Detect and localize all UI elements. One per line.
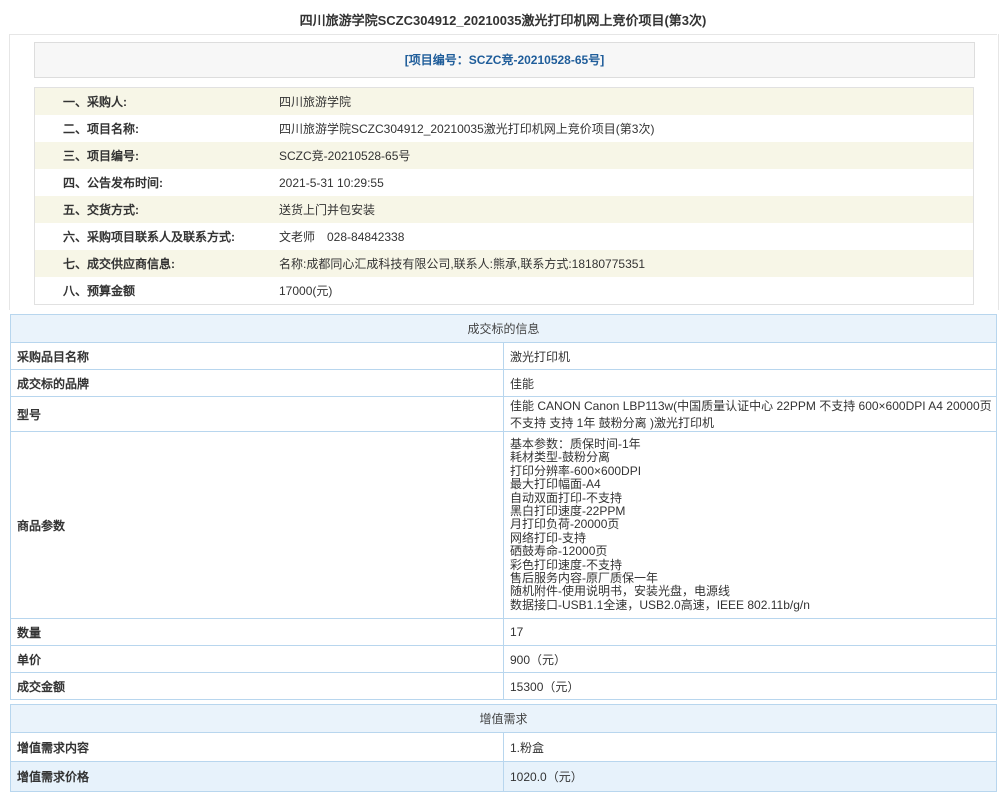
model-value: 佳能 CANON Canon LBP113w(中国质量认证中心 22PPM 不支… (503, 396, 997, 432)
value-added-price-label: 增值需求价格 (10, 761, 504, 792)
table-row: 型号 佳能 CANON Canon LBP113w(中国质量认证中心 22PPM… (10, 396, 997, 432)
param-line: 月打印负荷-20000页 (510, 517, 620, 532)
project-number-banner: [项目编号：SCZC竞-20210528-65号] (34, 42, 975, 78)
table-row: 商品参数 基本参数：质保时间-1年 耗材类型-鼓粉分离 打印分辨率-600×60… (10, 430, 997, 620)
table-row: 成交标的品牌 佳能 (10, 369, 997, 397)
info-row: 六、采购项目联系人及联系方式: 文老师 028-84842338 (34, 223, 974, 250)
announcement-info-table: 一、采购人: 四川旅游学院 二、项目名称: 四川旅游学院SCZC304912_2… (34, 87, 974, 305)
param-line: 数据接口-USB1.1全速，USB2.0高速，IEEE 802.11b/g/n (510, 597, 810, 612)
info-value: 2021-5-31 10:29:55 (279, 175, 384, 190)
info-row: 五、交货方式: 送货上门并包安装 (34, 196, 974, 223)
info-row: 三、项目编号: SCZC竞-20210528-65号 (34, 142, 974, 169)
info-row: 七、成交供应商信息: 名称:成都同心汇成科技有限公司,联系人:熊承,联系方式:1… (34, 250, 974, 277)
value-added-price-value: 1020.0（元） (503, 761, 997, 792)
info-label: 三、项目编号: (63, 149, 139, 163)
unit-price-value: 900（元） (503, 645, 997, 674)
value-added-table: 增值需求 增值需求内容 1.粉盒 增值需求价格 1020.0（元） (10, 704, 997, 792)
params-value: 基本参数：质保时间-1年 耗材类型-鼓粉分离 打印分辨率-600×600DPI … (503, 430, 997, 620)
quantity-value: 17 (503, 618, 997, 647)
value-added-content-value: 1.粉盒 (503, 732, 997, 762)
item-name-label: 采购品目名称 (10, 342, 504, 370)
param-line: 最大打印幅面-A4 (510, 477, 601, 492)
info-label: 八、预算金额 (63, 284, 136, 298)
brand-value: 佳能 (503, 369, 997, 397)
page-title: 四川旅游学院SCZC304912_20210035激光打印机网上竞价项目(第3次… (9, 8, 997, 35)
param-line: 随机附件-使用说明书，安装光盘，电源线 (510, 584, 730, 599)
info-label: 二、项目名称: (63, 122, 139, 136)
param-line: 硒鼓寿命-12000页 (510, 544, 608, 559)
info-label: 六、采购项目联系人及联系方式: (63, 230, 235, 244)
deal-info-table: 成交标的信息 采购品目名称 激光打印机 成交标的品牌 佳能 型号 佳能 CANO… (10, 314, 997, 701)
info-row: 八、预算金额 17000(元) (34, 277, 974, 305)
info-value: 四川旅游学院 (279, 95, 352, 109)
info-label: 七、成交供应商信息: (63, 257, 175, 271)
info-value: 送货上门并包安装 (279, 203, 376, 217)
table-row: 成交金额 15300（元） (10, 672, 997, 701)
info-value: 17000(元) (279, 284, 333, 298)
table-row: 采购品目名称 激光打印机 (10, 342, 997, 370)
brand-label: 成交标的品牌 (10, 369, 504, 397)
info-value: SCZC竞-20210528-65号 (279, 149, 411, 163)
info-label: 五、交货方式: (63, 203, 139, 217)
info-value: 名称:成都同心汇成科技有限公司,联系人:熊承,联系方式:18180775351 (279, 257, 646, 271)
model-label: 型号 (10, 396, 504, 432)
info-value: 四川旅游学院SCZC304912_20210035激光打印机网上竞价项目(第3次… (279, 122, 655, 136)
info-label: 一、采购人: (63, 95, 127, 109)
total-value: 15300（元） (503, 672, 997, 701)
deal-section-header: 成交标的信息 (10, 314, 997, 343)
param-line: 黑白打印速度-22PPM (510, 504, 626, 519)
info-label: 四、公告发布时间: (63, 176, 163, 190)
table-row: 数量 17 (10, 618, 997, 647)
param-line: 耗材类型-鼓粉分离 (510, 450, 610, 465)
info-row: 二、项目名称: 四川旅游学院SCZC304912_20210035激光打印机网上… (34, 115, 974, 142)
value-added-section-header: 增值需求 (10, 704, 997, 733)
table-row: 增值需求价格 1020.0（元） (10, 761, 997, 792)
item-name-value: 激光打印机 (503, 342, 997, 370)
quantity-label: 数量 (10, 618, 504, 647)
table-row: 增值需求内容 1.粉盒 (10, 732, 997, 762)
total-label: 成交金额 (10, 672, 504, 701)
info-row: 一、采购人: 四川旅游学院 (34, 87, 974, 115)
info-value: 文老师 028-84842338 (279, 230, 405, 244)
value-added-content-label: 增值需求内容 (10, 732, 504, 762)
params-label: 商品参数 (10, 430, 504, 620)
info-row: 四、公告发布时间: 2021-5-31 10:29:55 (34, 169, 974, 196)
unit-price-label: 单价 (10, 645, 504, 674)
table-row: 单价 900（元） (10, 645, 997, 674)
